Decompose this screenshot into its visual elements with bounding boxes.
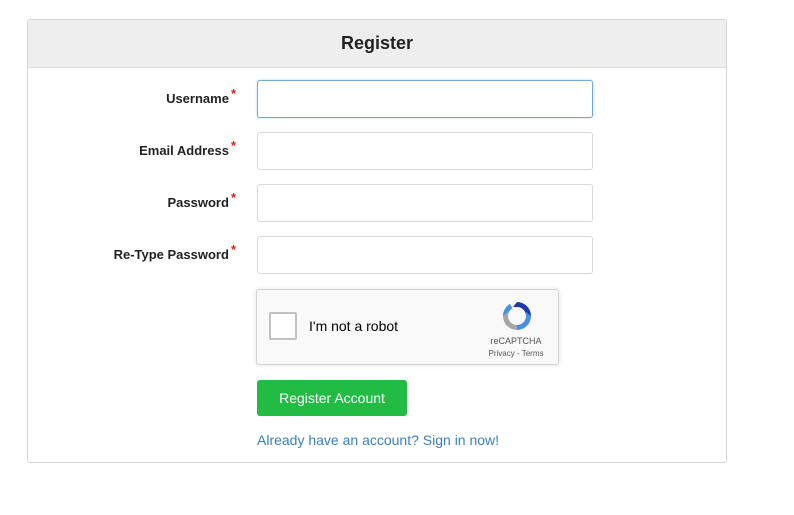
username-label: Username *	[166, 86, 236, 106]
required-marker: *	[230, 242, 236, 257]
register-panel: Register Username * Email Address * Passwo…	[27, 19, 727, 463]
retype-password-label: Re-Type Password *	[113, 242, 236, 262]
signin-link[interactable]: Already have an account? Sign in now!	[257, 432, 499, 448]
form-row-retype-password: Re-Type Password *	[28, 236, 728, 274]
password-input[interactable]	[257, 184, 593, 222]
panel-header: Register	[28, 20, 726, 68]
retype-password-input[interactable]	[257, 236, 593, 274]
form-row-password: Password *	[28, 184, 728, 222]
required-marker: *	[230, 190, 236, 205]
recaptcha-link-separator: -	[514, 349, 522, 358]
email-input[interactable]	[257, 132, 593, 170]
recaptcha-logo-icon	[503, 302, 531, 330]
recaptcha-label: I'm not a robot	[309, 318, 399, 334]
email-label: Email Address *	[139, 138, 236, 158]
form-row-email: Email Address *	[28, 132, 728, 170]
password-label: Password *	[167, 190, 236, 210]
required-marker: *	[230, 86, 236, 101]
recaptcha-widget: I'm not a robot reCAPTCHA Privacy - Term…	[256, 289, 559, 365]
recaptcha-privacy-link[interactable]: Privacy	[489, 349, 515, 358]
recaptcha-terms-link[interactable]: Terms	[522, 349, 544, 358]
required-marker: *	[230, 138, 236, 153]
recaptcha-links: Privacy - Terms	[481, 349, 551, 358]
page-title: Register	[340, 33, 414, 53]
register-account-button[interactable]: Register Account	[257, 380, 407, 416]
form-row-username: Username *	[28, 80, 728, 118]
recaptcha-brand: reCAPTCHA	[490, 336, 542, 346]
username-input[interactable]	[257, 80, 593, 118]
recaptcha-checkbox[interactable]	[269, 312, 297, 340]
